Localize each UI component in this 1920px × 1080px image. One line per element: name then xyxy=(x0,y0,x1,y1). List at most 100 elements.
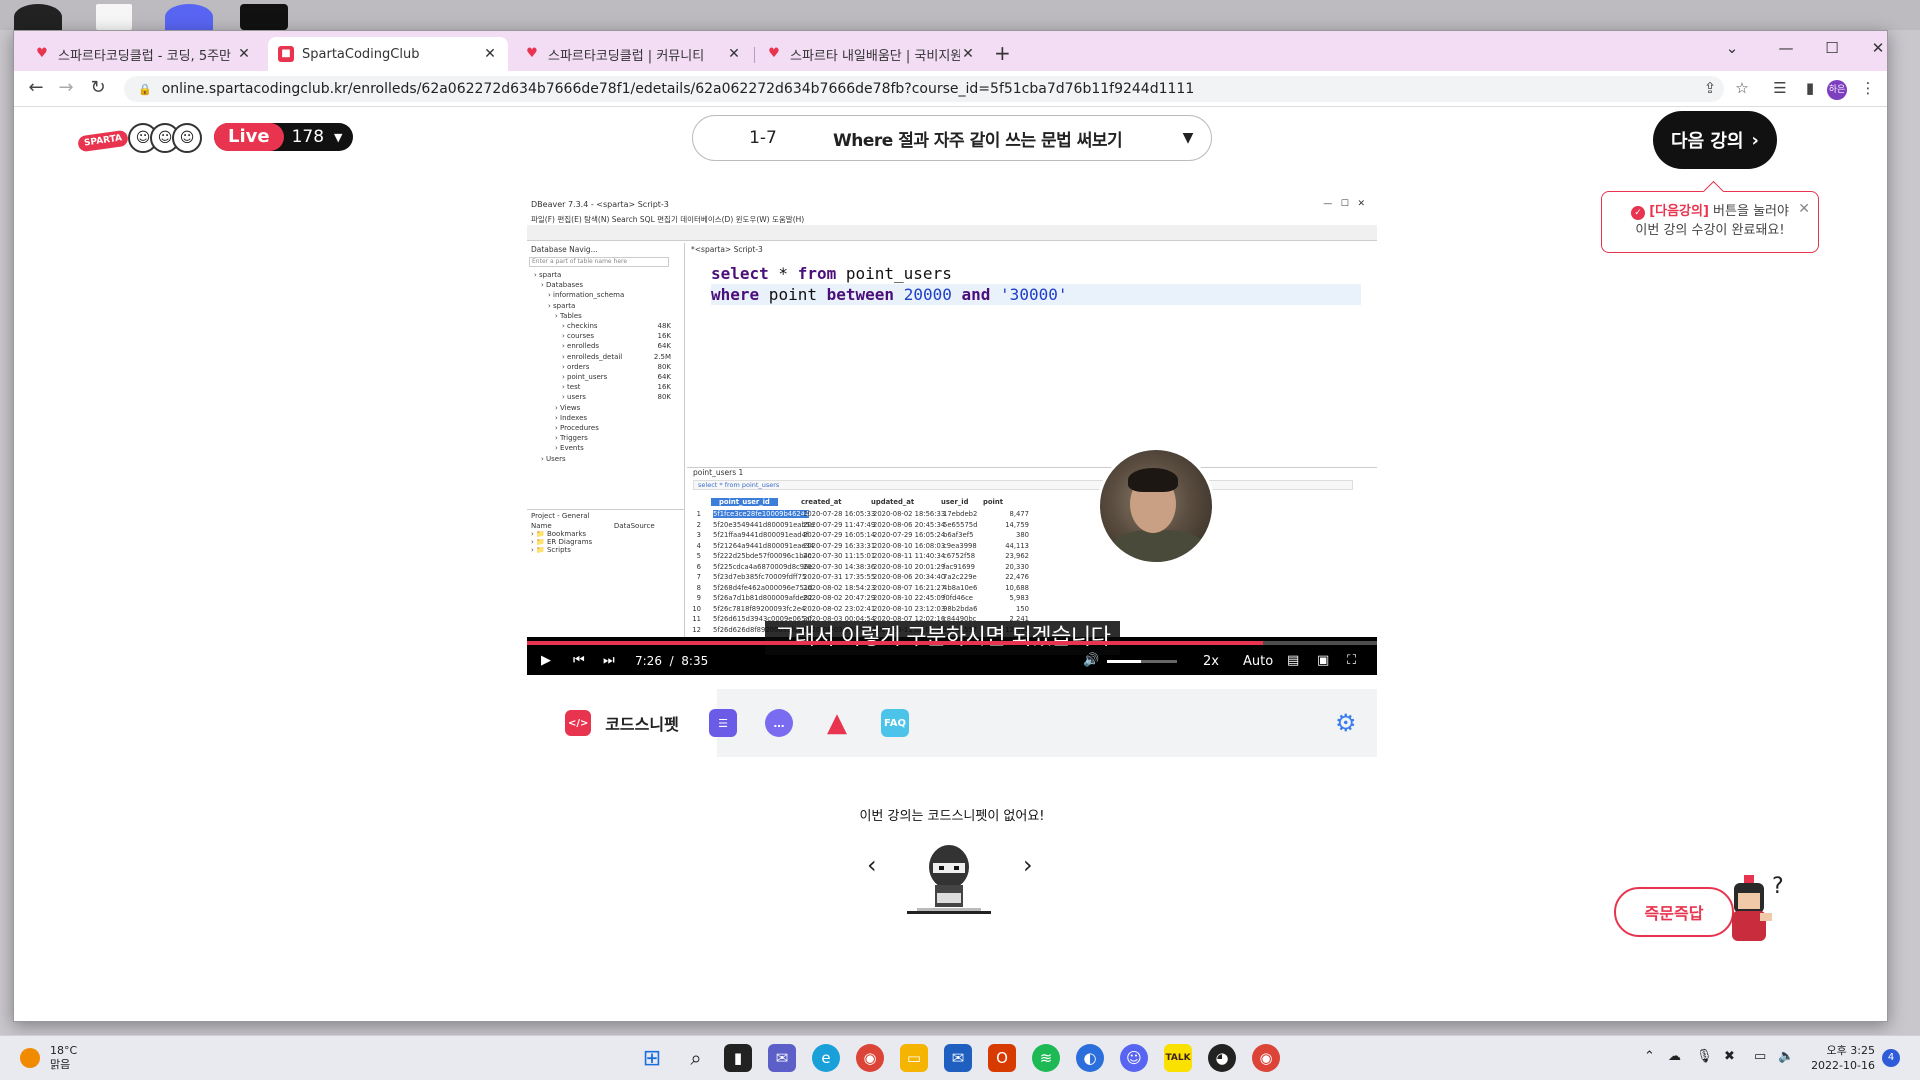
share-icon[interactable]: ⇪ xyxy=(1698,79,1722,97)
column-header[interactable]: updated_at xyxy=(871,498,914,506)
play-icon[interactable]: ▶ xyxy=(541,653,551,668)
speaker-icon[interactable]: 🔈 xyxy=(1778,1049,1794,1064)
search-icon[interactable]: ⌕ xyxy=(682,1044,710,1072)
new-tab-button[interactable]: + xyxy=(994,41,1011,65)
back-arrow-icon[interactable]: ← xyxy=(24,77,48,98)
more-menu-icon[interactable]: ⋮ xyxy=(1856,79,1880,97)
system-clock[interactable]: 오후 3:25 2022-10-16 xyxy=(1805,1043,1875,1073)
tab-spartacodingclub[interactable]: ■ SpartaCodingClub ✕ xyxy=(268,37,508,71)
windows-start-icon[interactable]: ⊞ xyxy=(638,1044,666,1072)
column-header[interactable]: point_user_id xyxy=(711,498,778,506)
previous-icon[interactable]: ⏮ xyxy=(573,653,585,668)
table-cell: 2020-07-29 16:05:24 xyxy=(873,531,946,539)
file-explorer-icon[interactable]: ▭ xyxy=(900,1044,928,1072)
column-header[interactable]: user_id xyxy=(941,498,968,506)
warning-icon[interactable]: ▲ xyxy=(823,708,851,738)
next-lecture-tooltip: ✕ ✓ [다음강의] 버튼을 눌러야 이번 강의 수강이 완료돼요! xyxy=(1601,191,1819,253)
volume-slider[interactable] xyxy=(1107,660,1177,663)
faq-icon[interactable]: FAQ xyxy=(881,709,909,737)
picture-in-picture-icon[interactable]: ▣ xyxy=(1317,653,1329,668)
microphone-icon[interactable]: 🎙 xyxy=(1696,1049,1713,1064)
next-lecture-button[interactable]: 다음 강의 › xyxy=(1653,111,1777,169)
task-view-icon[interactable]: ▮ xyxy=(724,1044,752,1072)
side-panel-icon[interactable]: ▮ xyxy=(1798,79,1822,97)
app-icon[interactable]: ◐ xyxy=(1076,1044,1104,1072)
network-icon[interactable]: ▭ xyxy=(1754,1049,1766,1064)
edge-icon[interactable]: e xyxy=(812,1044,840,1072)
table-cell: 8 xyxy=(696,583,701,592)
gear-icon[interactable]: ⚙ xyxy=(1335,709,1357,737)
address-bar[interactable]: 🔒 online.spartacodingclub.kr/enrolleds/6… xyxy=(124,76,1724,102)
video-player[interactable]: DBeaver 7.3.4 - <sparta> Script-3 — ☐ ✕ … xyxy=(527,197,1377,675)
empty-snippet-message: 이번 강의는 코드스니펫이 없어요! xyxy=(859,809,1045,824)
table-cell: 22,476 xyxy=(1005,573,1029,581)
next-icon[interactable]: ⏭ xyxy=(603,653,615,668)
subtitles-icon[interactable]: ▤ xyxy=(1287,653,1299,668)
reading-list-icon[interactable]: ☰ xyxy=(1768,79,1792,97)
forward-arrow-icon[interactable]: → xyxy=(54,77,78,98)
minimize-button[interactable]: — xyxy=(1774,39,1798,57)
mail-icon[interactable]: ✉ xyxy=(944,1044,972,1072)
tray-chevron-up-icon[interactable]: ⌃ xyxy=(1644,1049,1655,1064)
sparta-logo[interactable]: SPARTA xyxy=(77,129,130,153)
table-cell: 5f21ffaa9441d800091ead4f xyxy=(713,531,809,539)
desktop-app-icon[interactable] xyxy=(14,4,62,30)
office-icon[interactable]: O xyxy=(988,1044,1016,1072)
playback-speed[interactable]: 2x xyxy=(1203,654,1219,669)
chevron-right-icon[interactable]: › xyxy=(1023,851,1033,879)
table-cell: 380 xyxy=(1016,531,1029,539)
quality-select[interactable]: Auto xyxy=(1243,654,1273,669)
video-progress-bar[interactable] xyxy=(527,641,1377,645)
lecture-selector[interactable]: 1-7 Where 절과 자주 같이 쓰는 문법 써보기 ▼ xyxy=(692,115,1212,161)
github-icon[interactable]: ◕ xyxy=(1208,1044,1236,1072)
tab-sparta-home[interactable]: ♥ 스파르타코딩클럽 - 코딩, 5주만 ✕ xyxy=(24,37,262,71)
table-cell: 2020-08-07 16:21:27 xyxy=(873,583,946,592)
tab-naeil[interactable]: ♥ 스파르타 내일배움단 | 국비지원 ✕ xyxy=(756,37,986,71)
maximize-button[interactable]: ☐ xyxy=(1820,39,1844,57)
fullscreen-icon[interactable]: ⛶ xyxy=(1347,653,1356,668)
reload-icon[interactable]: ↻ xyxy=(86,77,110,98)
bookmark-star-icon[interactable]: ☆ xyxy=(1730,79,1754,97)
chevron-left-icon[interactable]: ‹ xyxy=(867,851,877,879)
spotify-icon[interactable]: ≋ xyxy=(1032,1044,1060,1072)
tab-search-icon[interactable]: ⌄ xyxy=(1720,39,1744,57)
quick-qa-button[interactable]: 즉문즉답 xyxy=(1614,887,1734,937)
desktop-file-icon[interactable] xyxy=(96,4,132,30)
weather-widget[interactable]: 18°C 맑음 xyxy=(50,1044,77,1072)
column-header[interactable]: created_at xyxy=(801,498,842,506)
tab-community[interactable]: ♥ 스파르타코딩클럽 | 커뮤니티 ✕ xyxy=(514,37,752,71)
chat-app-icon[interactable]: ✉ xyxy=(768,1044,796,1072)
qa-character-illustration: ? xyxy=(1732,874,1784,941)
close-icon[interactable]: ✕ xyxy=(960,46,976,62)
notes-icon[interactable]: ☰ xyxy=(709,709,737,737)
table-cell: 5e65575d xyxy=(943,520,978,529)
profile-avatar[interactable]: 하은 xyxy=(1827,80,1847,100)
discord-icon[interactable]: ☺ xyxy=(1120,1044,1148,1072)
table-cell: 2020-07-28 16:05:33 xyxy=(803,510,876,518)
chrome-profile-icon[interactable]: ◉ xyxy=(1252,1044,1280,1072)
desktop-app-icon[interactable] xyxy=(240,4,288,30)
table-cell: 44,113 xyxy=(1005,541,1029,550)
live-label: Live xyxy=(214,123,284,151)
table-cell: 2020-08-06 20:34:40 xyxy=(873,573,946,581)
kakaotalk-icon[interactable]: TALK xyxy=(1164,1044,1192,1072)
volume-icon[interactable]: 🔊 xyxy=(1083,653,1099,668)
column-header[interactable]: point xyxy=(983,498,1003,506)
window-close-button[interactable]: ✕ xyxy=(1866,39,1887,57)
app-tray-icon[interactable]: ✖ xyxy=(1724,1049,1735,1064)
discord-icon[interactable] xyxy=(165,4,213,30)
close-icon[interactable]: ✕ xyxy=(726,46,742,62)
live-indicator[interactable]: Live 178 ▼ xyxy=(214,123,353,151)
chat-icon[interactable]: … xyxy=(765,709,793,737)
tab-code-snippet[interactable]: </> 코드스니펫 xyxy=(527,689,717,757)
table-cell: 2020-08-02 18:54:23 xyxy=(803,583,876,592)
close-icon[interactable]: ✕ xyxy=(482,46,498,62)
onedrive-icon[interactable]: ☁ xyxy=(1668,1049,1681,1064)
notification-badge[interactable]: 4 xyxy=(1882,1049,1900,1067)
chrome-icon[interactable]: ◉ xyxy=(856,1044,884,1072)
sun-icon[interactable] xyxy=(20,1048,40,1068)
close-icon[interactable]: ✕ xyxy=(236,46,252,62)
table-cell: 2020-08-10 20:01:29 xyxy=(873,562,946,571)
table-cell: 5 xyxy=(696,552,701,560)
close-icon[interactable]: ✕ xyxy=(1798,200,1810,219)
